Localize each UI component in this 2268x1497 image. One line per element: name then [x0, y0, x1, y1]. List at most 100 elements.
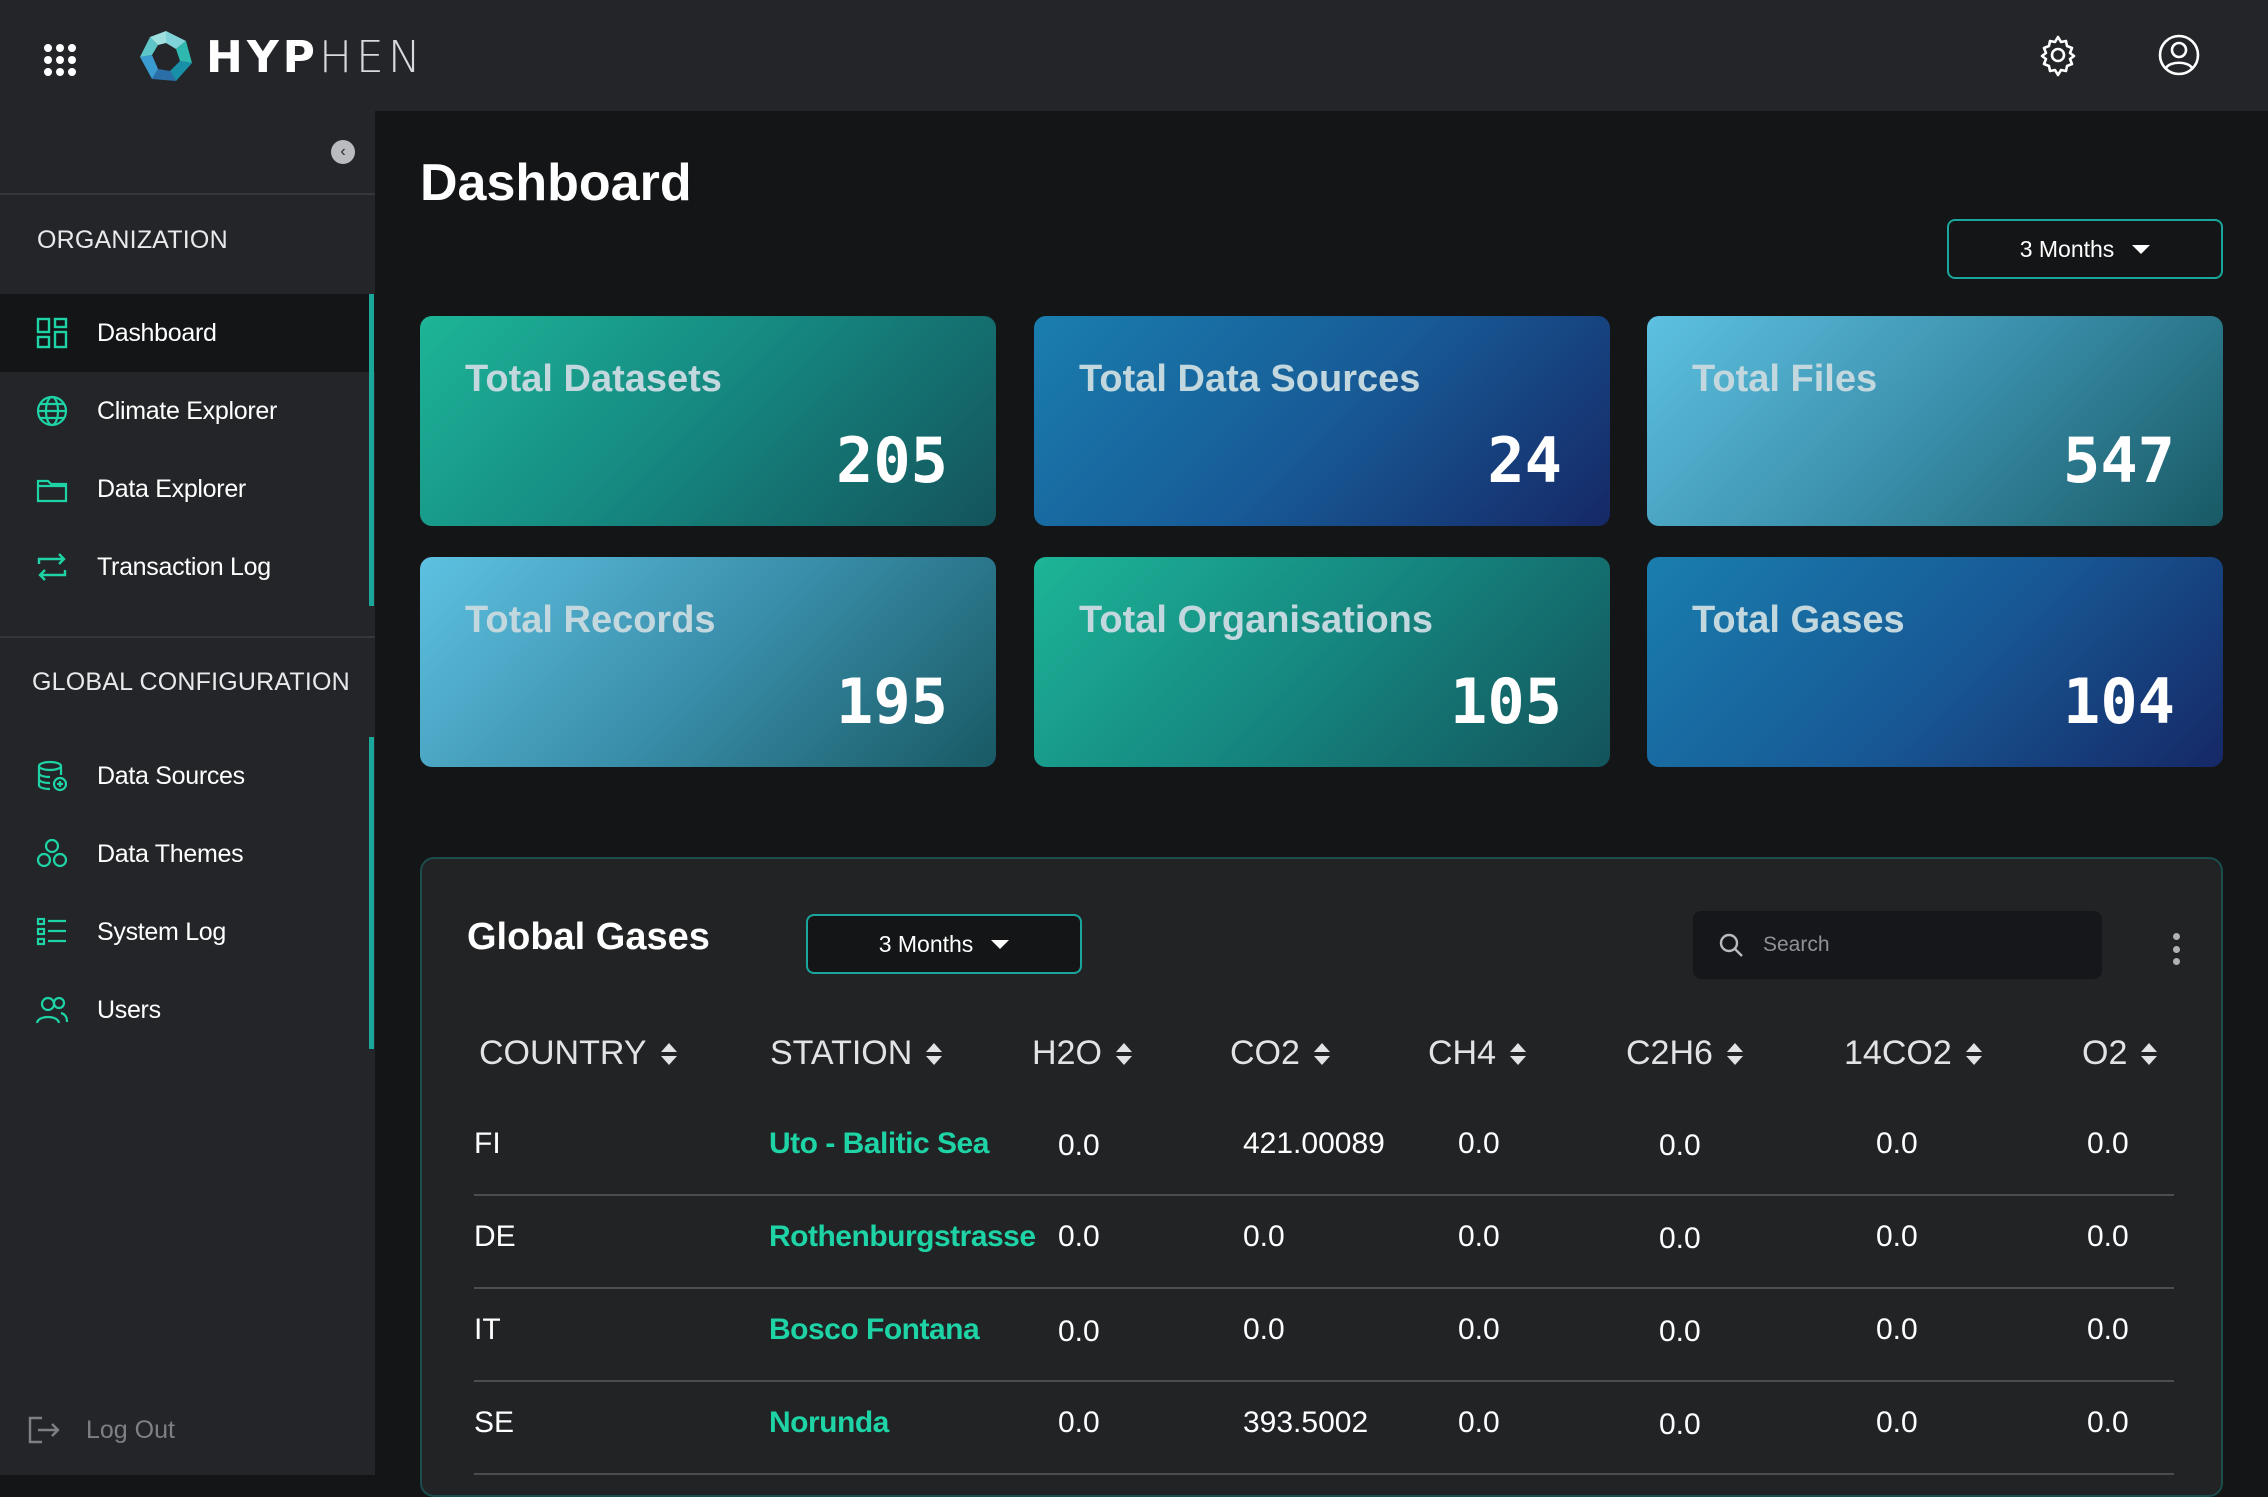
cell-c2h6: 0.0: [1659, 1222, 1701, 1255]
cell-c2h6: 0.0: [1659, 1315, 1701, 1348]
cell-ch4: 0.0: [1458, 1313, 1500, 1346]
column-header-h2o[interactable]: H2O: [1032, 1034, 1132, 1073]
stat-card-total-gases[interactable]: Total Gases 104: [1647, 557, 2223, 767]
cell-c2h6: 0.0: [1659, 1129, 1701, 1162]
sidebar-item-label: System Log: [97, 917, 227, 946]
gases-period-select[interactable]: 3 Months: [806, 914, 1082, 974]
transfer-icon: [35, 550, 69, 584]
column-header-14co2[interactable]: 14CO2: [1844, 1034, 1982, 1073]
cell-h2o: 0.0: [1058, 1220, 1100, 1253]
stat-card-value: 105: [1450, 665, 1562, 738]
stat-card-value: 24: [1487, 424, 1562, 497]
cell-co2: 421.00089: [1243, 1127, 1385, 1160]
stat-card-value: 205: [836, 424, 948, 497]
cell-station-link[interactable]: Norunda: [769, 1406, 889, 1440]
stat-card-value: 547: [2063, 424, 2175, 497]
user-circle-icon[interactable]: [2156, 32, 2202, 78]
divider: [0, 193, 375, 195]
cell-co2: 393.5002: [1243, 1406, 1369, 1439]
stat-card-title: Total Data Sources: [1079, 358, 1421, 400]
period-select-value: 3 Months: [2019, 235, 2115, 262]
sidebar-item-system-log[interactable]: System Log: [0, 893, 375, 971]
column-header-country[interactable]: COUNTRY: [479, 1034, 677, 1073]
sidebar-item-label: Data Explorer: [97, 474, 246, 503]
more-options-icon[interactable]: [2172, 933, 2180, 965]
sort-icon: [1726, 1042, 1743, 1065]
sort-icon: [660, 1042, 677, 1065]
item-indicator: [369, 815, 374, 893]
column-header-station[interactable]: STATION: [770, 1034, 943, 1073]
cell-station-link[interactable]: Uto - Balitic Sea: [769, 1127, 989, 1161]
period-select[interactable]: 3 Months: [1947, 219, 2223, 279]
column-header-ch4[interactable]: CH4: [1428, 1034, 1527, 1073]
users-icon: [35, 993, 69, 1027]
sidebar-item-users[interactable]: Users: [0, 971, 375, 1049]
table-row[interactable]: SE Norunda 0.0 393.5002 0.0 0.0 0.0 0.0: [474, 1382, 2174, 1475]
sidebar-item-label: Climate Explorer: [97, 396, 277, 425]
cell-h2o: 0.0: [1058, 1406, 1100, 1439]
stat-card-total-files[interactable]: Total Files 547: [1647, 316, 2223, 526]
cell-h2o: 0.0: [1058, 1129, 1100, 1162]
sidebar-item-climate-explorer[interactable]: Climate Explorer: [0, 372, 375, 450]
active-indicator: [369, 294, 374, 372]
column-header-o2[interactable]: O2: [2082, 1034, 2158, 1073]
brand-name: HYPHEN: [206, 31, 425, 83]
gear-icon[interactable]: [2035, 32, 2081, 78]
divider: [0, 636, 375, 638]
stat-card-value: 195: [836, 665, 948, 738]
brand-logo[interactable]: HYPHEN: [136, 27, 425, 87]
cell-o2: 0.0: [2087, 1313, 2129, 1346]
cell-o2: 0.0: [2087, 1127, 2129, 1160]
themes-icon: [35, 837, 69, 871]
table-row[interactable]: DE Rothenburgstrasse 0.0 0.0 0.0 0.0 0.0…: [474, 1196, 2174, 1289]
cell-ch4: 0.0: [1458, 1127, 1500, 1160]
sort-icon: [1313, 1042, 1330, 1065]
sort-icon: [926, 1042, 943, 1065]
chevron-left-icon[interactable]: ‹: [331, 140, 355, 164]
sidebar-item-transaction-log[interactable]: Transaction Log: [0, 528, 375, 606]
global-gases-panel: Global Gases 3 Months COUNTRY STATION H2…: [420, 857, 2223, 1497]
search-field[interactable]: [1693, 911, 2102, 979]
cell-station-link[interactable]: Bosco Fontana: [769, 1313, 980, 1347]
stat-card-title: Total Datasets: [465, 358, 722, 400]
stat-card-total-records[interactable]: Total Records 195: [420, 557, 996, 767]
cell-co2: 0.0: [1243, 1220, 1285, 1253]
sort-icon: [1965, 1042, 1982, 1065]
database-icon: [35, 759, 69, 793]
item-indicator: [369, 450, 374, 528]
sidebar-item-data-themes[interactable]: Data Themes: [0, 815, 375, 893]
stat-card-title: Total Gases: [1692, 599, 1905, 641]
sidebar-item-dashboard[interactable]: Dashboard: [0, 294, 375, 372]
sidebar-item-data-sources[interactable]: Data Sources: [0, 737, 375, 815]
sidebar-item-data-explorer[interactable]: Data Explorer: [0, 450, 375, 528]
sort-icon: [1510, 1042, 1527, 1065]
item-indicator: [369, 737, 374, 815]
stat-card-total-datasets[interactable]: Total Datasets 205: [420, 316, 996, 526]
cell-co2: 0.0: [1243, 1313, 1285, 1346]
column-header-c2h6[interactable]: C2H6: [1626, 1034, 1743, 1073]
cell-c2h6: 0.0: [1659, 1408, 1701, 1441]
search-input[interactable]: [1763, 933, 2083, 957]
sidebar-item-label: Users: [97, 995, 161, 1024]
cell-ch4: 0.0: [1458, 1220, 1500, 1253]
stat-card-total-data-sources[interactable]: Total Data Sources 24: [1034, 316, 1610, 526]
cell-station-link[interactable]: Rothenburgstrasse: [769, 1220, 1036, 1254]
cell-country: FI: [474, 1127, 501, 1160]
page-title: Dashboard: [420, 154, 692, 212]
column-header-co2[interactable]: CO2: [1230, 1034, 1330, 1073]
stat-card-value: 104: [2063, 665, 2175, 738]
stat-card-title: Total Records: [465, 599, 716, 641]
stat-card-total-organisations[interactable]: Total Organisations 105: [1034, 557, 1610, 767]
cell-o2: 0.0: [2087, 1220, 2129, 1253]
cell-o2: 0.0: [2087, 1406, 2129, 1439]
logout-button[interactable]: Log Out: [24, 1410, 175, 1450]
table-row[interactable]: IT Bosco Fontana 0.0 0.0 0.0 0.0 0.0 0.0: [474, 1289, 2174, 1382]
cell-14co2: 0.0: [1876, 1406, 1918, 1439]
apps-grid-icon[interactable]: [44, 44, 76, 76]
sidebar-item-label: Dashboard: [97, 318, 217, 347]
stat-card-title: Total Files: [1692, 358, 1878, 400]
section-title-global-configuration: GLOBAL CONFIGURATION: [32, 668, 350, 696]
caret-down-icon: [2132, 244, 2151, 254]
item-indicator: [369, 528, 374, 606]
table-row[interactable]: FI Uto - Balitic Sea 0.0 421.00089 0.0 0…: [474, 1103, 2174, 1196]
